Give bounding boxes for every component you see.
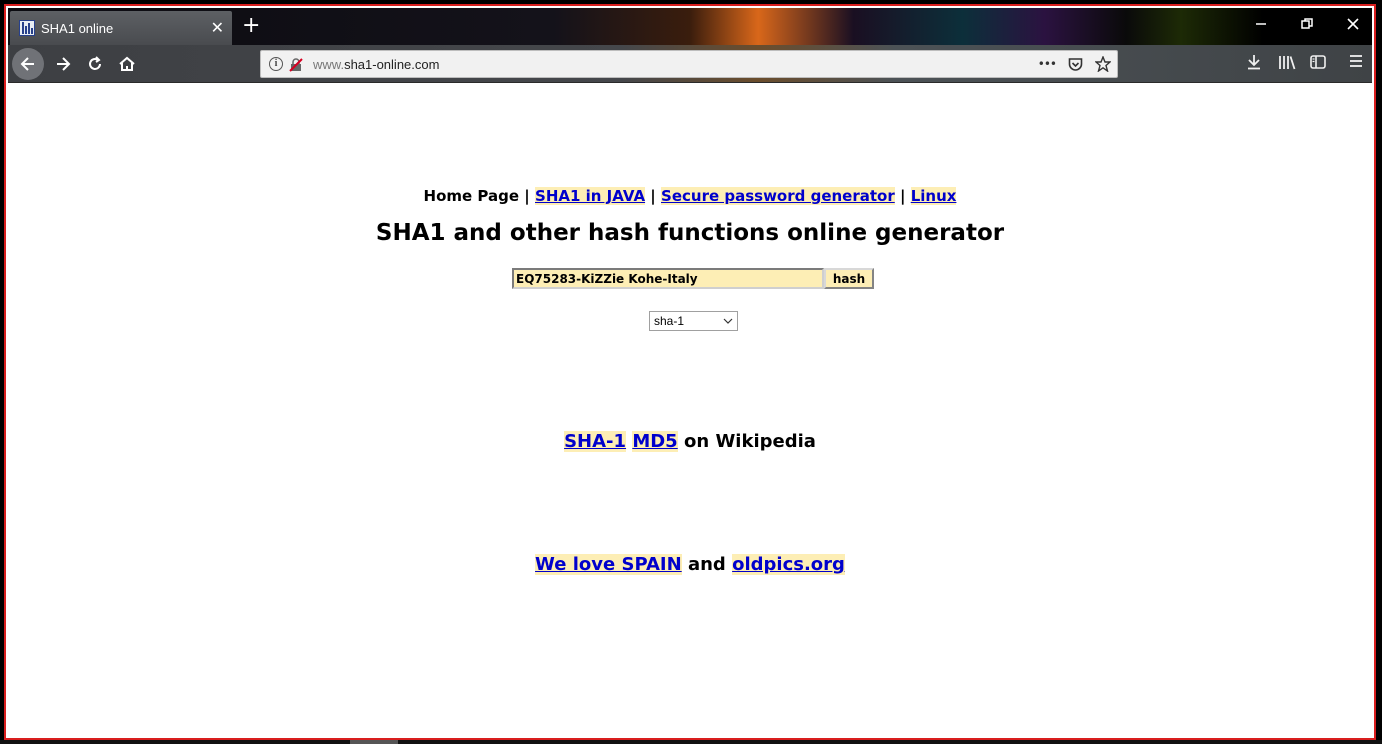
close-window-icon[interactable] [1347,18,1359,34]
wikipedia-links: SHA-1 MD5 on Wikipedia [8,431,1372,452]
wiki-suffix: on Wikipedia [684,431,816,452]
new-tab-button[interactable]: + [242,15,260,37]
address-bar[interactable]: i www.sha1-online.com ••• [260,50,1118,78]
hash-form: hash [512,268,874,289]
tab-title: SHA1 online [41,20,114,36]
nav-separator: | [524,187,530,205]
reload-button[interactable] [80,49,110,79]
taskbar-edge [0,740,1382,744]
back-button[interactable] [12,48,44,80]
algorithm-selected-value: sha-1 [654,314,685,328]
link-oldpics[interactable]: oldpics.org [732,554,845,575]
top-navigation: Home Page | SHA1 in JAVA | Secure passwo… [8,187,1372,205]
reload-icon [89,56,101,70]
nav-link-password-generator[interactable]: Secure password generator [661,187,895,205]
page-title: SHA1 and other hash functions online gen… [375,220,1005,246]
insecure-lock-icon[interactable] [289,57,303,72]
nav-toolbar: i www.sha1-online.com ••• [8,45,1372,83]
nav-separator: | [899,187,906,205]
footer-and: and [687,554,726,575]
site-info-icon[interactable]: i [269,57,283,71]
forward-button[interactable] [48,49,78,79]
pocket-icon[interactable] [1068,57,1083,72]
wiki-link-sha1[interactable]: SHA-1 [564,431,627,452]
page-content: Home Page | SHA1 in JAVA | Secure passwo… [8,83,1372,736]
algorithm-select[interactable]: sha-1 [649,311,738,331]
hash-text-input[interactable] [512,268,824,289]
restore-icon[interactable] [1301,18,1313,34]
nav-link-linux[interactable]: Linux [910,187,957,205]
url-domain: sha1-online.com [344,56,440,72]
hamburger-menu-icon[interactable] [1349,54,1363,72]
home-icon [119,56,135,71]
chevron-down-icon [723,318,733,324]
bookmark-star-icon[interactable] [1095,56,1111,72]
tab-sha1-online[interactable]: SHA1 online ✕ [10,11,232,45]
page-actions-icon[interactable]: ••• [1038,57,1057,71]
nav-link-sha1-java[interactable]: SHA1 in JAVA [535,187,646,205]
home-button[interactable] [112,49,142,79]
site-favicon-icon [19,20,35,36]
downloads-icon[interactable] [1246,54,1262,74]
sidebar-toggle-icon[interactable] [1310,54,1326,74]
screenshot-frame: SHA1 online ✕ + i www.sha1-online.com ••… [4,4,1376,740]
link-we-love-spain[interactable]: We love SPAIN [535,554,682,575]
footer-links: We love SPAIN and oldpics.org [8,554,1372,575]
url-prefix: www. [313,56,345,72]
hash-button[interactable]: hash [824,268,874,289]
arrow-right-icon [57,57,71,71]
url-text[interactable]: www.sha1-online.com [313,57,1038,72]
nav-separator: | [650,187,656,205]
arrow-left-icon [20,57,34,71]
tab-bar: SHA1 online ✕ + [8,8,1372,45]
library-icon[interactable] [1278,54,1296,74]
nav-home-page: Home Page [423,187,520,205]
minimize-icon[interactable] [1255,18,1267,34]
taskbar-segment [350,740,398,744]
tab-close-icon[interactable]: ✕ [211,18,224,38]
wiki-link-md5[interactable]: MD5 [632,431,678,452]
